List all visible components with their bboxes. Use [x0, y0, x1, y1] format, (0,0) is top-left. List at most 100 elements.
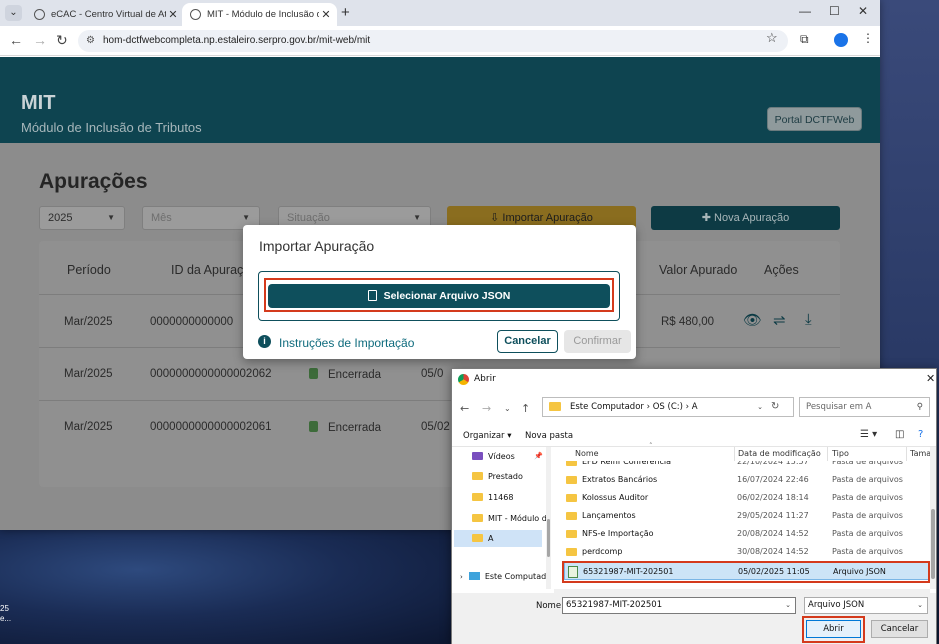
folder-icon	[566, 530, 577, 538]
cell-value: R$ 480,00	[661, 316, 715, 328]
transmit-icon[interactable]: ⇌	[773, 311, 786, 329]
folder-icon	[566, 461, 577, 466]
extensions-icon[interactable]: ⧉	[800, 32, 809, 47]
column-header-type[interactable]: Tipo	[832, 449, 849, 458]
nav-item-prestado[interactable]: Prestado	[472, 472, 523, 481]
open-button[interactable]: Abrir	[806, 620, 861, 638]
download-icon[interactable]: ⤓	[805, 311, 812, 328]
forward-icon[interactable]: →	[482, 402, 491, 415]
help-icon[interactable]: ?	[918, 429, 923, 440]
column-separator[interactable]	[906, 447, 907, 461]
path-bar[interactable]: Este Computador › OS (C:) › A ⌄	[542, 397, 794, 417]
wallpaper	[0, 520, 460, 644]
close-icon[interactable]: ✕	[926, 372, 935, 385]
filetype-select[interactable]: Arquivo JSON ⌄	[804, 597, 928, 614]
new-tab-button[interactable]: +	[341, 4, 350, 21]
clipboard-check-icon	[309, 368, 318, 379]
folder-icon	[549, 402, 561, 411]
profile-avatar[interactable]	[834, 33, 848, 47]
address-bar-row: ← → ↻ ⚙ hom-dctfwebcompleta.np.estaleiro…	[0, 26, 880, 56]
up-folder-icon[interactable]: ↑	[521, 402, 530, 415]
nav-scrollbar[interactable]	[546, 447, 551, 589]
nav-item-este-computador[interactable]: › Este Computad	[460, 572, 546, 581]
confirm-button[interactable]: Confirmar	[564, 330, 631, 353]
bookmark-star-icon[interactable]: ☆	[766, 30, 778, 46]
organize-menu[interactable]: Organizar ▾	[463, 431, 512, 441]
list-item[interactable]: Extratos Bancários 16/07/2024 22:46 Past…	[564, 471, 930, 489]
url-field[interactable]: ⚙ hom-dctfwebcompleta.np.estaleiro.serpr…	[78, 30, 788, 52]
column-header-date[interactable]: Data de modificação	[738, 449, 821, 458]
list-item[interactable]: Lançamentos 29/05/2024 11:27 Pasta de ar…	[564, 507, 930, 525]
highlight-box	[562, 561, 930, 583]
sort-up-icon: ˄	[649, 442, 653, 450]
nav-item-mit[interactable]: MIT - Módulo d	[472, 514, 547, 523]
select-json-button[interactable]: Selecionar Arquivo JSON	[268, 284, 610, 308]
path-segment[interactable]: A	[692, 402, 698, 412]
cell-id: 0000000000000002061	[150, 421, 272, 433]
chevron-down-icon[interactable]: ⌄	[757, 398, 763, 416]
column-header-name[interactable]: Nome	[575, 449, 599, 458]
dialog-title: Abrir	[474, 374, 496, 384]
list-item[interactable]: EFD Reinf Conferência 22/10/2024 15:57 P…	[564, 461, 930, 471]
preview-pane-icon[interactable]: ◫	[895, 429, 904, 440]
column-header-size[interactable]: Tama	[910, 449, 931, 458]
chevron-down-icon[interactable]: ⌄	[785, 598, 791, 613]
year-select[interactable]: 2025 ▼	[39, 206, 125, 230]
path-segment[interactable]: OS (C:)	[653, 402, 683, 412]
site-info-icon[interactable]: ⚙	[86, 30, 95, 52]
status-placeholder: Situação	[287, 212, 330, 224]
chevron-down-icon: ⌄	[917, 601, 923, 609]
close-tab-icon[interactable]: ✕	[166, 8, 180, 21]
browser-menu-icon[interactable]: ⋮	[862, 31, 874, 45]
close-tab-icon[interactable]: ✕	[319, 8, 333, 21]
nav-item-a[interactable]: A	[454, 530, 542, 547]
filename-input[interactable]: 65321987-MIT-202501 ⌄	[562, 597, 796, 614]
computer-icon	[468, 572, 480, 580]
clipboard-check-icon	[309, 421, 318, 432]
path-segment[interactable]: Este Computador	[570, 402, 644, 412]
column-separator[interactable]	[734, 447, 735, 461]
cell-date: 05/0	[421, 368, 444, 380]
tab-search-button[interactable]: ⌄	[5, 5, 22, 21]
close-window-icon[interactable]: ✕	[858, 4, 868, 18]
cancel-button[interactable]: Cancelar	[497, 330, 558, 353]
minimize-icon[interactable]: —	[799, 4, 811, 18]
chevron-down-icon: ▼	[107, 213, 115, 222]
portal-dctfweb-button[interactable]: Portal DCTFWeb	[767, 107, 862, 131]
nav-item-videos[interactable]: Vídeos	[472, 452, 515, 461]
list-item[interactable]: Kolossus Auditor 06/02/2024 18:14 Pasta …	[564, 489, 930, 507]
month-select[interactable]: Mês ▼	[142, 206, 260, 230]
tab-mit[interactable]: MIT - Módulo de Inclusão de Trib ✕	[182, 3, 337, 26]
nav-scroll-thumb[interactable]	[547, 519, 550, 557]
refresh-icon[interactable]: ↻	[771, 401, 779, 412]
chrome-icon	[458, 374, 469, 385]
new-apuracao-button[interactable]: ✚ Nova Apuração	[651, 206, 840, 230]
chevron-right-icon[interactable]: ›	[460, 573, 463, 581]
back-icon[interactable]: ←	[9, 32, 23, 48]
view-options-icon[interactable]: ☰ ▾	[860, 429, 877, 440]
instructions-link[interactable]: Instruções de Importação	[279, 336, 414, 350]
videos-icon	[472, 452, 483, 460]
maximize-icon[interactable]: ☐	[829, 4, 840, 18]
reload-icon[interactable]: ↻	[56, 32, 68, 49]
list-item[interactable]: NFS-e Importação 20/08/2024 14:52 Pasta …	[564, 525, 930, 543]
new-folder-button[interactable]: Nova pasta	[525, 431, 573, 441]
folder-icon	[472, 514, 483, 522]
list-scroll-thumb[interactable]	[931, 509, 935, 579]
filename-value: 65321987-MIT-202501	[566, 600, 663, 610]
tab-ecac[interactable]: eCAC - Centro Virtual de Atend ✕	[26, 3, 184, 26]
recent-locations-icon[interactable]: ⌄	[504, 404, 511, 413]
new-button-label: Nova Apuração	[714, 212, 790, 224]
back-icon[interactable]: ←	[460, 402, 469, 415]
view-icon[interactable]: 👁	[743, 311, 762, 329]
search-input[interactable]: Pesquisar em A ⚲	[799, 397, 930, 417]
filename-label: Nome:	[536, 601, 564, 611]
forward-icon[interactable]: →	[33, 32, 47, 48]
cell-date: 05/02	[421, 421, 450, 433]
folder-icon	[472, 534, 483, 542]
cancel-button[interactable]: Cancelar	[871, 620, 928, 638]
cell-status: Encerrada	[309, 421, 381, 434]
column-separator[interactable]	[827, 447, 828, 461]
list-item[interactable]: perdcomp 30/08/2024 14:52 Pasta de arqui…	[564, 543, 930, 561]
nav-item-11468[interactable]: 11468	[472, 493, 513, 502]
